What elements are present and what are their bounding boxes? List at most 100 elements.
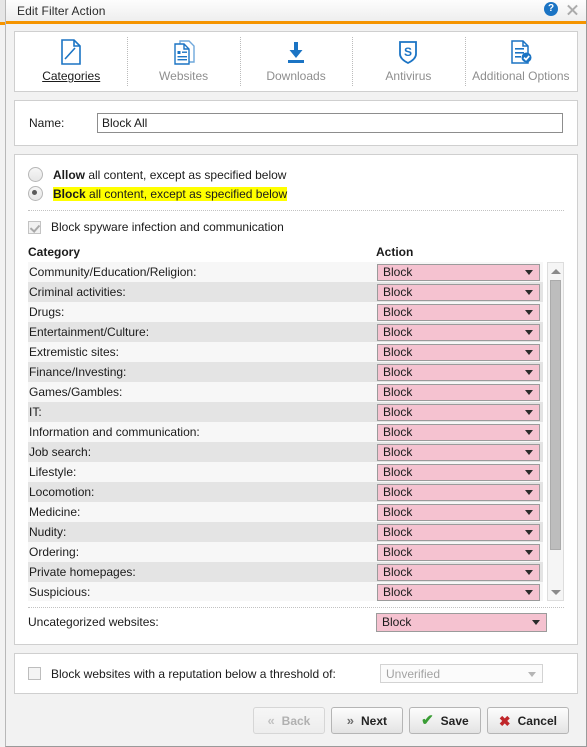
- table-row: Private homepages: Block: [28, 562, 544, 582]
- close-icon[interactable]: [566, 3, 579, 16]
- radio-block[interactable]: [28, 186, 43, 201]
- help-icon[interactable]: ?: [544, 2, 558, 16]
- scroll-down-button[interactable]: [548, 584, 563, 600]
- uncategorized-action-dropdown[interactable]: Block: [376, 612, 547, 632]
- document-check-icon: [509, 38, 533, 66]
- radio-block-label: Block all content, except as specified b…: [53, 186, 288, 201]
- category-action-dropdown[interactable]: Block: [377, 303, 540, 321]
- category-action-dropdown[interactable]: Block: [377, 443, 540, 461]
- name-panel: Name:: [14, 100, 578, 146]
- page-pencil-icon: [60, 38, 82, 66]
- category-name: Job search:: [29, 445, 92, 459]
- category-action-dropdown[interactable]: Block: [377, 503, 540, 521]
- category-action-dropdown[interactable]: Block: [377, 283, 540, 301]
- next-button[interactable]: » Next: [330, 707, 403, 734]
- table-row: Job search: Block: [28, 442, 544, 462]
- category-action-value: Block: [383, 305, 413, 319]
- cancel-button-label: Cancel: [517, 713, 557, 728]
- double-chevron-left-icon: «: [267, 713, 275, 728]
- tab-categories[interactable]: Categories: [15, 32, 127, 91]
- tab-additional-options[interactable]: Additional Options: [464, 32, 577, 91]
- category-action-dropdown[interactable]: Block: [377, 323, 540, 341]
- title-bar: Edit Filter Action ?: [6, 0, 586, 21]
- category-action-dropdown[interactable]: Block: [377, 463, 540, 481]
- uncategorized-row: Uncategorized websites: Block: [28, 608, 564, 636]
- category-name: Drugs:: [29, 305, 65, 319]
- radio-allow-bold: Allow: [53, 167, 85, 182]
- category-action-dropdown[interactable]: Block: [377, 343, 540, 361]
- back-button[interactable]: « Back: [252, 707, 325, 734]
- category-action-dropdown[interactable]: Block: [377, 563, 540, 581]
- radio-allow[interactable]: [28, 167, 43, 182]
- category-name: Community/Education/Religion:: [29, 265, 197, 279]
- category-list: Community/Education/Religion: Block Crimin…: [28, 262, 544, 601]
- table-row: Entertainment/Culture: Block: [28, 322, 544, 342]
- tab-downloads[interactable]: Downloads: [239, 32, 352, 91]
- spyware-row[interactable]: Block spyware infection and communicatio…: [28, 218, 564, 236]
- category-action-value: Block: [383, 525, 413, 539]
- category-action-dropdown[interactable]: Block: [377, 403, 540, 421]
- radio-block-row[interactable]: Block all content, except as specified b…: [28, 184, 564, 203]
- table-row: Community/Education/Religion: Block: [28, 262, 544, 282]
- spyware-label: Block spyware infection and communicatio…: [51, 220, 284, 234]
- save-button[interactable]: ✔ Save: [408, 707, 481, 734]
- chevron-down-icon: [525, 410, 533, 415]
- table-row: Locomotion: Block: [28, 482, 544, 502]
- cross-icon: ✖: [498, 712, 511, 729]
- category-name: Locomotion:: [29, 485, 95, 499]
- chevron-down-icon: [525, 510, 533, 515]
- table-row: Medicine: Block: [28, 502, 544, 522]
- chevron-down-icon: [550, 589, 561, 595]
- radio-allow-rest: all content, except as specified below: [85, 167, 287, 182]
- category-action-dropdown[interactable]: Block: [377, 523, 540, 541]
- category-name: Extremistic sites:: [29, 345, 120, 359]
- category-name: IT:: [29, 405, 42, 419]
- category-action-value: Block: [383, 425, 413, 439]
- category-action-dropdown[interactable]: Block: [377, 423, 540, 441]
- tab-websites[interactable]: Websites: [127, 32, 239, 91]
- table-row: Drugs: Block: [28, 302, 544, 322]
- category-action-value: Block: [383, 265, 413, 279]
- category-name: Medicine:: [29, 505, 81, 519]
- radio-allow-row[interactable]: Allow all content, except as specified b…: [28, 165, 564, 184]
- chevron-up-icon: [550, 268, 561, 274]
- category-name: Games/Gambles:: [29, 385, 123, 399]
- category-action-value: Block: [383, 365, 413, 379]
- tab-antivirus[interactable]: S Antivirus: [352, 32, 464, 91]
- chevron-down-icon: [525, 450, 533, 455]
- spyware-checkbox[interactable]: [28, 220, 41, 234]
- table-row: Nudity: Block: [28, 522, 544, 542]
- category-action-value: Block: [383, 325, 413, 339]
- category-name: Nudity:: [29, 525, 67, 539]
- reputation-threshold-dropdown[interactable]: Unverified: [380, 664, 543, 683]
- category-name: Finance/Investing:: [29, 365, 127, 379]
- category-scrollbar[interactable]: [547, 262, 564, 601]
- table-row: Lifestyle: Block: [28, 462, 544, 482]
- category-action-dropdown[interactable]: Block: [377, 483, 540, 501]
- name-input[interactable]: [97, 113, 563, 133]
- category-action-dropdown[interactable]: Block: [377, 383, 540, 401]
- chevron-down-icon: [525, 270, 533, 275]
- category-action-value: Block: [383, 485, 413, 499]
- chevron-down-icon: [525, 330, 533, 335]
- category-action-dropdown[interactable]: Block: [377, 543, 540, 561]
- category-name: Private homepages:: [29, 565, 136, 579]
- svg-text:S: S: [404, 45, 412, 59]
- separator-1: [28, 210, 564, 211]
- table-header: Category Action: [28, 245, 564, 259]
- chevron-down-icon: [525, 390, 533, 395]
- reputation-checkbox[interactable]: [28, 667, 41, 680]
- cancel-button[interactable]: ✖ Cancel: [486, 707, 569, 734]
- category-action-dropdown[interactable]: Block: [377, 263, 540, 281]
- edit-filter-action-dialog: Edit Filter Action ? Categories Websites…: [5, 0, 587, 747]
- documents-icon: [172, 38, 196, 66]
- table-row: Suspicious: Block: [28, 582, 544, 601]
- chevron-down-icon: [525, 430, 533, 435]
- categories-panel: Allow all content, except as specified b…: [14, 154, 578, 645]
- category-action-dropdown[interactable]: Block: [377, 583, 540, 601]
- category-action-dropdown[interactable]: Block: [377, 363, 540, 381]
- category-action-value: Block: [383, 285, 413, 299]
- scrollbar-thumb[interactable]: [550, 280, 562, 550]
- tab-label: Additional Options: [472, 69, 570, 83]
- scroll-up-button[interactable]: [548, 263, 563, 279]
